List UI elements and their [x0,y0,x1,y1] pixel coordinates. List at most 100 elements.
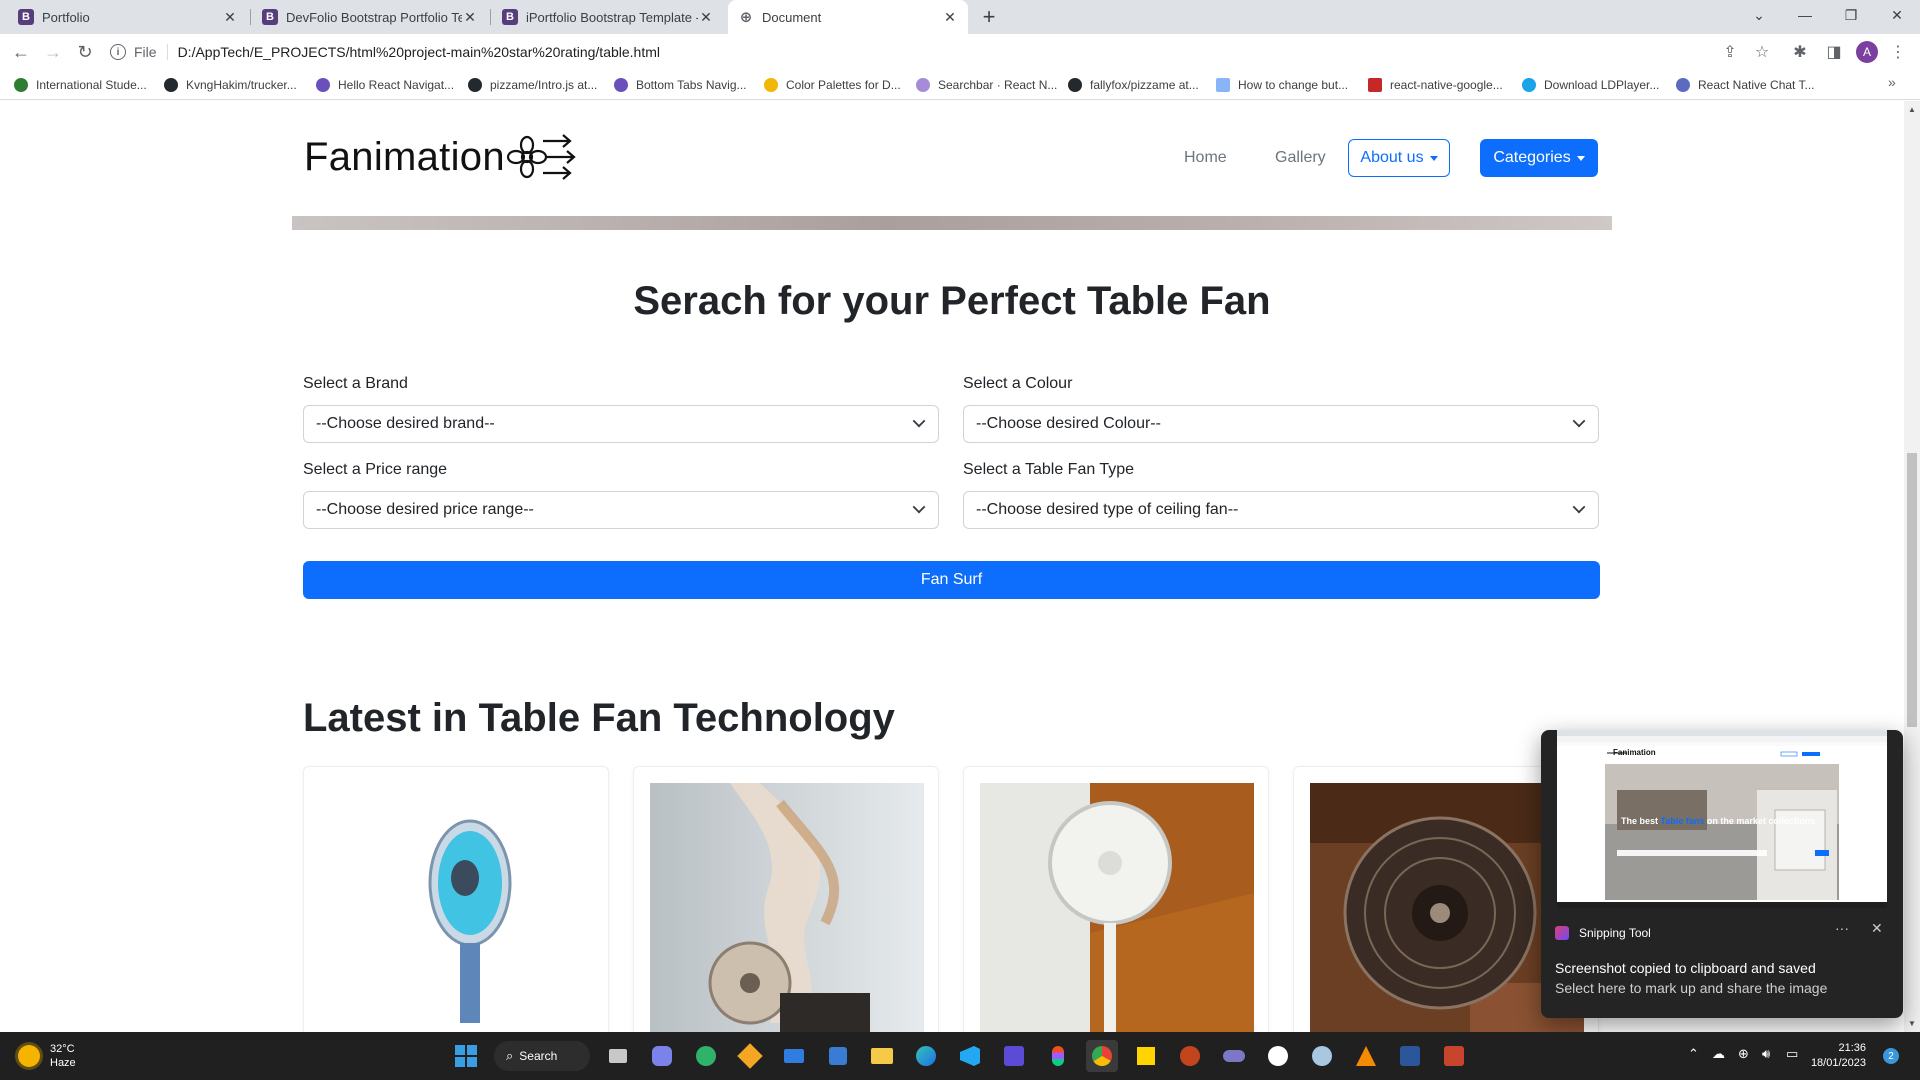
browser-tab-iportfolio[interactable]: B iPortfolio Bootstrap Template - Ir ✕ [492,0,724,34]
browser-tab-portfolio[interactable]: B Portfolio ✕ [8,0,248,34]
extensions-icon[interactable]: ✱ [1788,40,1812,64]
screenshot-preview[interactable]: Fanimation The best Table fans on the ma… [1557,730,1887,908]
vscode-icon[interactable] [954,1040,986,1072]
shield-icon [14,78,28,92]
bookmark-item[interactable]: pizzame/Intro.js at... [468,76,597,94]
tab-title: Portfolio [42,9,90,25]
edge-icon[interactable] [910,1040,942,1072]
nav-gallery-link[interactable]: Gallery [1275,149,1326,167]
close-icon[interactable]: ✕ [462,9,478,26]
bootstrap-icon: B [262,9,278,25]
snipping-tool-notification[interactable]: Fanimation The best Table fans on the ma… [1541,730,1903,1018]
page-scrollbar[interactable]: ▲ ▼ [1904,101,1920,1032]
price-select[interactable]: --Choose desired price range-- [303,491,939,529]
reload-button[interactable]: ↻ [73,40,97,64]
bookmark-item[interactable]: Download LDPlayer... [1522,76,1659,94]
show-hidden-icons[interactable]: ⌃ [1688,1046,1699,1062]
search-icon: ⌕ [506,1048,514,1063]
colour-select[interactable]: --Choose desired Colour-- [963,405,1599,443]
bookmark-item[interactable]: International Stude... [14,76,147,94]
product-card[interactable] [303,766,609,1032]
minimize-button[interactable]: — [1782,0,1828,30]
taskbar-search[interactable]: ⌕ Search [494,1041,590,1071]
calendar-app-icon[interactable] [1438,1040,1470,1072]
bookmarks-overflow-icon[interactable]: » [1888,74,1896,90]
edge-dev-icon[interactable] [690,1040,722,1072]
bookmark-item[interactable]: How to change but... [1216,76,1348,94]
bookmark-star-icon[interactable]: ☆ [1750,40,1774,64]
fan-surf-button[interactable]: Fan Surf [303,561,1600,599]
bookmark-item[interactable]: Searchbar · React N... [916,76,1057,94]
site-brand[interactable]: Fanimation [304,129,579,185]
menu-icon[interactable]: ⋮ [1886,40,1910,64]
tab-title: Document [762,9,822,25]
scroll-down-arrow-icon[interactable]: ▼ [1908,1019,1916,1028]
window-close-button[interactable]: ✕ [1874,0,1920,30]
tab-separator [250,9,251,25]
about-us-dropdown[interactable]: About us [1348,139,1450,177]
close-icon[interactable]: ✕ [698,9,714,26]
forward-button[interactable]: → [41,40,65,64]
bookmark-item[interactable]: Hello React Navigat... [316,76,454,94]
scrollbar-thumb[interactable] [1907,453,1917,727]
browser-tab-document[interactable]: ⊕ Document ✕ [728,0,968,34]
url-text[interactable]: D:/AppTech/E_PROJECTS/html%20project-mai… [178,44,660,60]
profile-avatar[interactable]: A [1856,41,1878,63]
info-icon[interactable]: i [110,44,126,60]
xampp-icon[interactable] [1218,1040,1250,1072]
nav-home-link[interactable]: Home [1184,149,1227,167]
settings-gear-icon[interactable] [1306,1040,1338,1072]
sourcetree-icon[interactable] [734,1040,766,1072]
categories-dropdown[interactable]: Categories [1480,139,1598,177]
close-icon[interactable]: ✕ [942,9,958,26]
clock-date: 18/01/2023 [1810,1057,1866,1069]
scroll-up-arrow-icon[interactable]: ▲ [1908,105,1916,114]
start-button[interactable] [450,1040,482,1072]
tab-search-icon[interactable]: ⌄ [1736,0,1782,30]
new-tab-button[interactable]: + [976,4,1002,30]
clock[interactable]: 21:36 18/01/2023 [1800,1041,1866,1071]
close-icon[interactable]: ✕ [222,9,238,26]
bookmark-item[interactable]: Color Palettes for D... [764,76,901,94]
mail-icon[interactable] [778,1040,810,1072]
product-card[interactable] [633,766,939,1032]
side-panel-icon[interactable]: ◨ [1822,40,1846,64]
task-view-icon[interactable] [602,1040,634,1072]
hero-image-strip [292,216,1612,230]
app-w-icon[interactable] [1262,1040,1294,1072]
sticky-notes-icon[interactable] [1130,1040,1162,1072]
address-bar[interactable]: i File D:/AppTech/E_PROJECTS/html%20proj… [110,38,1790,66]
teams-chat-icon[interactable] [646,1040,678,1072]
battery-icon[interactable]: ▭ [1786,1046,1798,1062]
vlc-icon[interactable] [1350,1040,1382,1072]
close-icon[interactable]: ✕ [1871,920,1883,937]
back-button[interactable]: ← [9,40,33,64]
browser-tab-devfolio[interactable]: B DevFolio Bootstrap Portfolio Tem ✕ [252,0,488,34]
brand-select[interactable]: --Choose desired brand-- [303,405,939,443]
volume-icon[interactable]: 🔊︎ [1762,1046,1770,1062]
chevron-down-icon [912,414,926,428]
bookmark-item[interactable]: React Native Chat T... [1676,76,1815,94]
restore-button[interactable]: ❐ [1828,0,1874,30]
visual-studio-icon[interactable] [998,1040,1030,1072]
notification-badge[interactable]: 2 [1883,1048,1899,1064]
globe-icon: ⊕ [739,9,753,26]
language-icon[interactable]: ⊕ [1738,1046,1749,1062]
store-icon[interactable] [822,1040,854,1072]
network-icon[interactable]: ☁ [1712,1046,1725,1062]
weather-widget[interactable]: 32°C Haze [18,1042,76,1070]
file-explorer-icon[interactable] [866,1040,898,1072]
product-card[interactable] [963,766,1269,1032]
word-icon[interactable] [1394,1040,1426,1072]
figma-icon[interactable] [1042,1040,1074,1072]
game-app-icon[interactable] [1174,1040,1206,1072]
bookmark-item[interactable]: fallyfox/pizzame at... [1068,76,1199,94]
bookmark-item[interactable]: react-native-google... [1368,76,1503,94]
more-options-icon[interactable]: ··· [1835,920,1849,936]
chrome-icon[interactable] [1086,1040,1118,1072]
share-icon[interactable]: ⇪ [1718,40,1742,64]
chat-icon [1676,78,1690,92]
bookmark-item[interactable]: KvngHakim/trucker... [164,76,297,94]
fan-type-select[interactable]: --Choose desired type of ceiling fan-- [963,491,1599,529]
bookmark-item[interactable]: Bottom Tabs Navig... [614,76,747,94]
